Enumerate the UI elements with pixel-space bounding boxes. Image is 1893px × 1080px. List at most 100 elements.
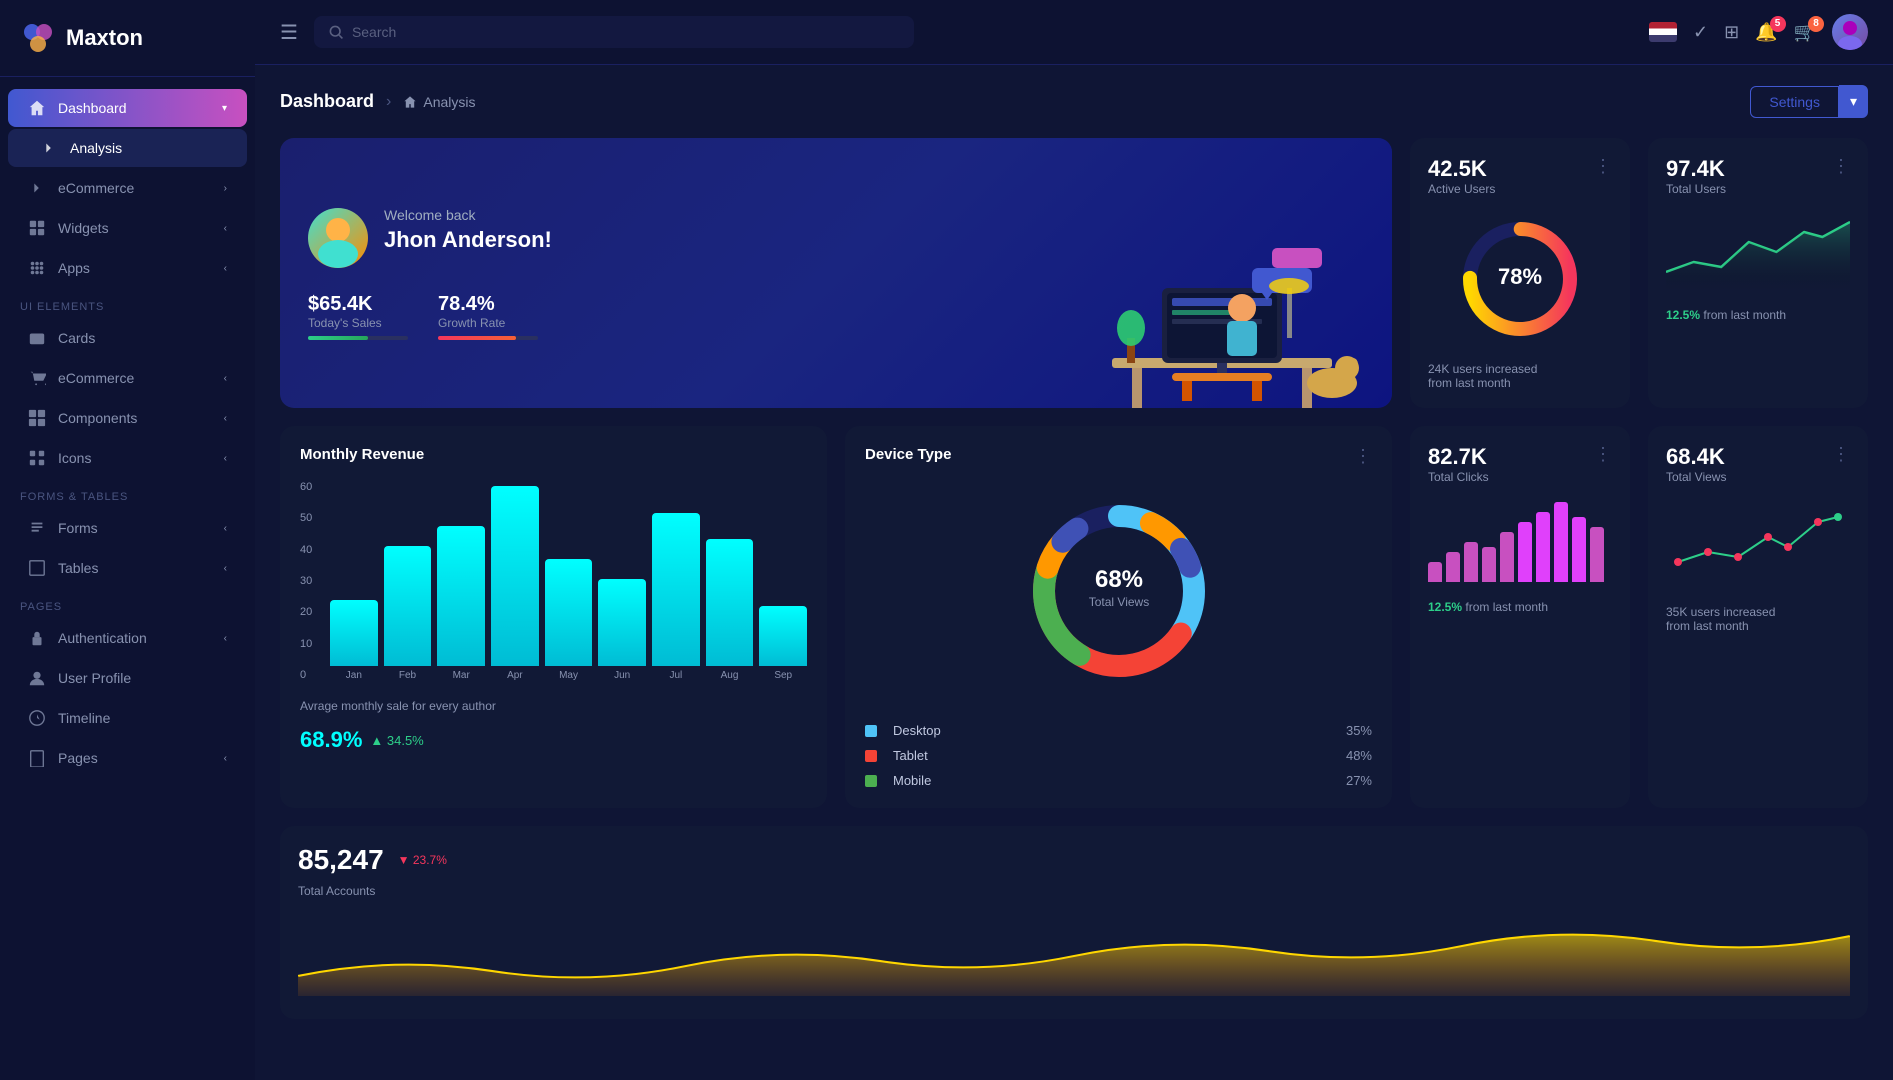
main-content: ☰ ✓ ⊞ 🔔 5 🛒 8 Dashboard › bbox=[255, 0, 1893, 1080]
sidebar-item-timeline[interactable]: Timeline bbox=[8, 699, 247, 737]
topbar: ☰ ✓ ⊞ 🔔 5 🛒 8 bbox=[255, 0, 1893, 65]
cart-icon[interactable]: 🛒 8 bbox=[1794, 22, 1816, 43]
language-flag[interactable] bbox=[1649, 22, 1677, 42]
checkmark-icon[interactable]: ✓ bbox=[1693, 22, 1708, 43]
sidebar-item-icons[interactable]: Icons ‹ bbox=[8, 439, 247, 477]
sidebar-item-analysis[interactable]: Analysis bbox=[8, 129, 247, 167]
tablet-color bbox=[865, 750, 877, 762]
shopping-icon bbox=[28, 369, 46, 387]
legend-mobile: Mobile 27% bbox=[865, 773, 1372, 788]
sidebar-item-dashboard[interactable]: Dashboard ▾ bbox=[8, 89, 247, 127]
monthly-revenue-pct: ▲ 34.5% bbox=[370, 733, 423, 748]
total-views-footer: 35K users increased from last month bbox=[1666, 605, 1850, 633]
sidebar-item-authentication[interactable]: Authentication ‹ bbox=[8, 619, 247, 657]
sidebar-item-widgets[interactable]: Widgets ‹ bbox=[8, 209, 247, 247]
settings-dropdown-button[interactable]: ▾ bbox=[1839, 85, 1868, 118]
welcome-text: Welcome back Jhon Anderson! bbox=[384, 207, 552, 269]
active-users-footer: 24K users increased from last month bbox=[1428, 362, 1612, 390]
monthly-revenue-header: Monthly Revenue bbox=[300, 446, 807, 467]
search-input[interactable] bbox=[352, 24, 900, 40]
page-content: Dashboard › Analysis Settings ▾ bbox=[255, 65, 1893, 1080]
svg-text:68%: 68% bbox=[1094, 566, 1142, 593]
sidebar-item-ecommerce[interactable]: eCommerce › bbox=[8, 169, 247, 207]
total-views-more[interactable]: ⋮ bbox=[1832, 444, 1850, 465]
svg-text:78%: 78% bbox=[1498, 264, 1542, 289]
sidebar-item-tables[interactable]: Tables ‹ bbox=[8, 549, 247, 587]
welcome-stats: $65.4K Today's Sales 78.4% Growth Rate bbox=[308, 293, 552, 340]
total-accounts-header: 85,247 ▼ 23.7% bbox=[298, 844, 1850, 876]
bar-chart-bars: Jan Feb Mar Apr May Jun Jul Aug Sep bbox=[330, 481, 807, 681]
welcome-avatar bbox=[308, 208, 368, 268]
user-avatar[interactable] bbox=[1832, 14, 1868, 50]
bar-chart-container: 60 50 40 30 20 10 0 Jan Feb Mar Apr May bbox=[300, 481, 807, 681]
device-legend: Desktop 35% Tablet 48% bbox=[865, 723, 1372, 788]
device-type-header: Device Type ⋮ bbox=[865, 446, 1372, 467]
device-type-card: Device Type ⋮ bbox=[845, 426, 1392, 808]
total-clicks-footer: 12.5% from last month bbox=[1428, 600, 1612, 614]
active-users-card: 42.5K Active Users ⋮ bbox=[1410, 138, 1630, 408]
timeline-icon bbox=[28, 709, 46, 727]
total-users-card: 97.4K Total Users ⋮ bbox=[1648, 138, 1868, 408]
sidebar-item-apps[interactable]: Apps ‹ bbox=[8, 249, 247, 287]
pages-label: PAGES bbox=[0, 589, 255, 617]
search-icon bbox=[328, 24, 344, 40]
table-icon bbox=[28, 559, 46, 577]
sidebar-item-pages[interactable]: Pages ‹ bbox=[8, 739, 247, 777]
chevron-right-icon2 bbox=[28, 179, 46, 197]
sidebar-logo: Maxton bbox=[0, 0, 255, 77]
welcome-illustration bbox=[1052, 228, 1392, 408]
monthly-revenue-footer: Avrage monthly sale for every author bbox=[300, 699, 807, 713]
total-accounts-wave bbox=[298, 916, 1850, 1001]
sidebar-item-ecommerce-ui[interactable]: eCommerce ‹ bbox=[8, 359, 247, 397]
active-users-header: 42.5K Active Users ⋮ bbox=[1428, 156, 1612, 196]
cart-badge: 8 bbox=[1808, 16, 1824, 32]
row-1: Welcome back Jhon Anderson! $65.4K Today… bbox=[280, 138, 1868, 408]
grid-icon[interactable]: ⊞ bbox=[1724, 22, 1739, 43]
ui-elements-label: UI ELEMENTS bbox=[0, 289, 255, 317]
card-icon bbox=[28, 329, 46, 347]
forms-tables-label: FORMS & TABLES bbox=[0, 479, 255, 507]
growth-stat: 78.4% Growth Rate bbox=[438, 293, 538, 340]
sidebar-item-cards[interactable]: Cards bbox=[8, 319, 247, 357]
notification-badge: 5 bbox=[1770, 16, 1786, 32]
home-icon bbox=[28, 99, 46, 117]
pages-icon bbox=[28, 749, 46, 767]
settings-button[interactable]: Settings bbox=[1750, 86, 1839, 118]
widgets-icon bbox=[28, 219, 46, 237]
home-small-icon bbox=[403, 95, 417, 109]
sidebar-nav: Dashboard ▾ Analysis eCommerce › Widgets… bbox=[0, 77, 255, 1080]
total-views-line-chart bbox=[1666, 502, 1850, 587]
apps-icon bbox=[28, 259, 46, 277]
sales-progress-fill bbox=[308, 336, 368, 340]
active-users-more[interactable]: ⋮ bbox=[1594, 156, 1612, 177]
settings-group: Settings ▾ bbox=[1750, 85, 1868, 118]
total-clicks-card: 82.7K Total Clicks ⋮ bbox=[1410, 426, 1630, 808]
desktop-color bbox=[865, 725, 877, 737]
sidebar-item-forms[interactable]: Forms ‹ bbox=[8, 509, 247, 547]
form-icon bbox=[28, 519, 46, 537]
legend-tablet: Tablet 48% bbox=[865, 748, 1372, 763]
sales-stat: $65.4K Today's Sales bbox=[308, 293, 408, 340]
sales-progress-bar bbox=[308, 336, 408, 340]
user-icon bbox=[28, 669, 46, 687]
total-users-more[interactable]: ⋮ bbox=[1832, 156, 1850, 177]
row-2: Monthly Revenue 60 50 40 30 20 10 0 Jan bbox=[280, 426, 1868, 808]
page-title: Dashboard bbox=[280, 91, 374, 112]
sidebar-item-components[interactable]: Components ‹ bbox=[8, 399, 247, 437]
monthly-revenue-card: Monthly Revenue 60 50 40 30 20 10 0 Jan bbox=[280, 426, 827, 808]
breadcrumb-item-analysis: Analysis bbox=[403, 94, 475, 110]
total-views-header: 68.4K Total Views ⋮ bbox=[1666, 444, 1850, 484]
total-users-header: 97.4K Total Users ⋮ bbox=[1666, 156, 1850, 196]
monthly-revenue-big: 68.9% ▲ 34.5% bbox=[300, 727, 807, 753]
total-views-card: 68.4K Total Views ⋮ bbox=[1648, 426, 1868, 808]
components-icon bbox=[28, 409, 46, 427]
hamburger-button[interactable]: ☰ bbox=[280, 20, 298, 45]
notification-icon[interactable]: 🔔 5 bbox=[1755, 22, 1777, 43]
sidebar-item-user-profile[interactable]: User Profile bbox=[8, 659, 247, 697]
total-clicks-more[interactable]: ⋮ bbox=[1594, 444, 1612, 465]
chevron-right-icon bbox=[40, 139, 58, 157]
active-users-donut: 78% bbox=[1428, 214, 1612, 344]
logo-text: Maxton bbox=[66, 25, 143, 51]
topbar-right: ✓ ⊞ 🔔 5 🛒 8 bbox=[1649, 14, 1868, 50]
device-type-more[interactable]: ⋮ bbox=[1354, 446, 1372, 467]
